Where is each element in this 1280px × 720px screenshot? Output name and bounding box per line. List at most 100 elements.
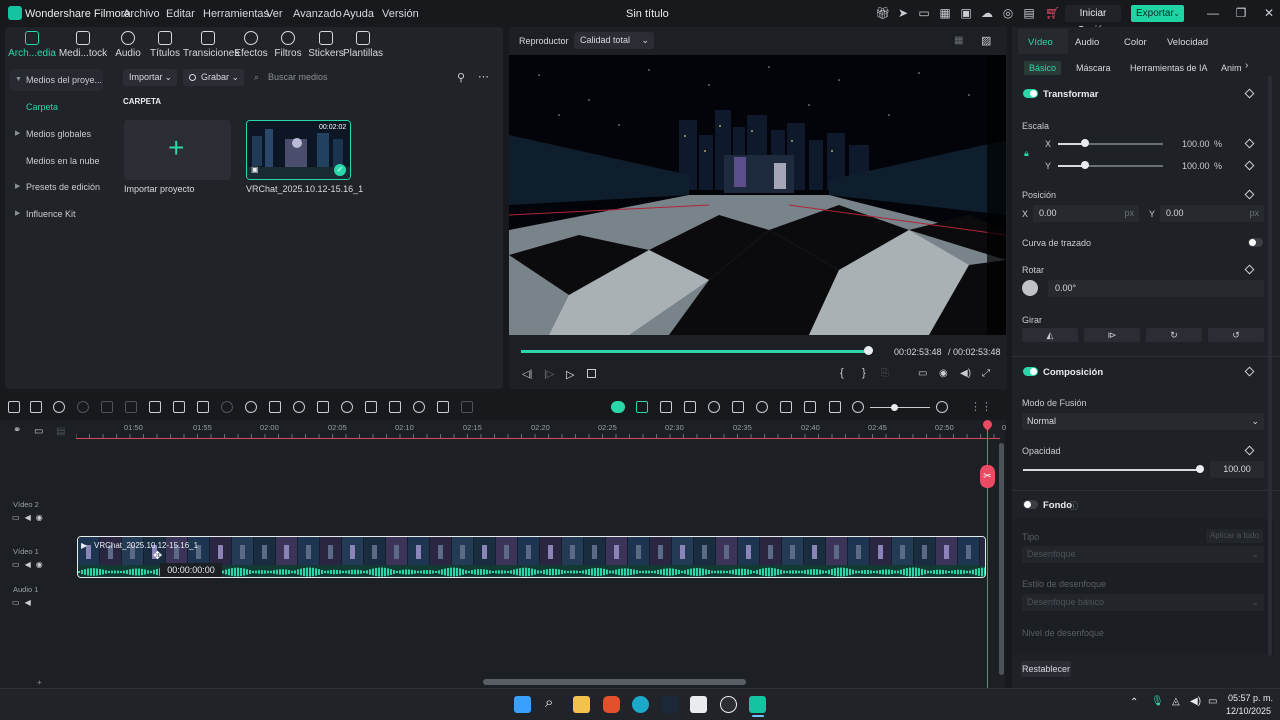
effects-tool-icon[interactable] [413, 401, 425, 413]
timer-icon[interactable] [341, 401, 353, 413]
import-project-card[interactable]: + [124, 120, 231, 180]
menu-editar[interactable]: Editar [166, 8, 195, 20]
lock-ratio-icon[interactable]: 🔒︎ [1024, 148, 1029, 159]
pos-x-input[interactable]: 0.00 px [1033, 205, 1139, 222]
rotate-right-icon[interactable]: ↻ [1146, 328, 1202, 342]
flip-horizontal-icon[interactable]: ◭ [1022, 328, 1078, 342]
snapshot-icon[interactable]: ◉ [939, 368, 948, 379]
speaker-icon[interactable]: ◀ [25, 560, 36, 569]
menu-version[interactable]: Versión [382, 8, 419, 20]
sidebar-item-project-media[interactable]: ▼ Medios del proye... [10, 69, 103, 91]
shield-icon[interactable] [732, 401, 744, 413]
scale-x-knob[interactable] [1081, 139, 1089, 147]
subtab-basic[interactable]: Básico [1024, 61, 1062, 75]
tab-speed[interactable]: Velocidad [1167, 37, 1208, 48]
subtab-animation[interactable]: Anim [1221, 61, 1242, 75]
pip-icon[interactable] [829, 401, 841, 413]
menu-herramientas[interactable]: Herramientas [203, 8, 269, 20]
zoom-out-icon[interactable] [852, 401, 864, 413]
media-clip-thumbnail[interactable]: 00:02:02 ✓ ▣ [246, 120, 351, 180]
menu-ayuda[interactable]: Ayuda [343, 8, 374, 20]
menu-archivo[interactable]: Archivo [123, 8, 160, 20]
scale-y-knob[interactable] [1081, 161, 1089, 169]
flip-vertical-icon[interactable]: ⧐ [1084, 328, 1140, 342]
sidebar-item-cloud-media[interactable]: Medios en la nube [10, 150, 103, 172]
delete-icon[interactable] [101, 401, 113, 413]
scale-y-value[interactable]: 100.00 [1182, 161, 1210, 171]
motion-icon[interactable] [389, 401, 401, 413]
sidebar-item-influence-kit[interactable]: ▶ Influence Kit [10, 203, 103, 225]
playback-progress-bar[interactable] [521, 350, 869, 353]
sidebar-item-edit-presets[interactable]: ▶ Presets de edición [10, 176, 103, 198]
rotate-input[interactable]: 0.00° [1048, 280, 1264, 297]
zoom-slider-knob[interactable] [891, 404, 898, 411]
music-edit-icon[interactable] [780, 401, 792, 413]
save-icon[interactable]: ▣ [959, 7, 973, 20]
opacity-input[interactable]: 100.00 [1210, 461, 1264, 478]
rotate-dial[interactable] [1022, 280, 1038, 296]
notifications-icon[interactable]: ▤ [1022, 7, 1036, 20]
tab-stock-media[interactable]: Medi...tock [58, 31, 108, 59]
track-settings-icon[interactable]: ▤ [56, 426, 65, 437]
adjust-icon[interactable] [317, 401, 329, 413]
search-input[interactable]: ⌕ Buscar medios [248, 69, 448, 86]
video-preview[interactable] [509, 55, 1006, 335]
cloud-icon[interactable]: ☁ [980, 7, 994, 20]
auto-ripple-icon[interactable] [660, 401, 672, 413]
snapshot-image-icon[interactable]: ▨ [981, 34, 991, 47]
zoom-slider[interactable] [870, 407, 930, 408]
stabilize-icon[interactable] [708, 401, 720, 413]
transform-tool-icon[interactable] [197, 401, 209, 413]
grid-view-icon[interactable]: ▦ [954, 35, 963, 46]
keyframe-tool-icon[interactable] [269, 401, 281, 413]
support-icon[interactable]: ◎ [1001, 7, 1015, 20]
blur-type-dropdown[interactable]: Desenfoque ⌄ [1022, 546, 1264, 563]
export-button[interactable]: Exportar ⌄ [1131, 5, 1184, 22]
detach-icon[interactable] [461, 401, 473, 413]
vrchat-icon[interactable] [690, 696, 707, 713]
eye-icon[interactable]: ◉ [36, 513, 48, 522]
redo-icon[interactable] [77, 401, 89, 413]
microphone-icon[interactable] [756, 401, 768, 413]
login-button[interactable]: Iniciar Sesión [1065, 5, 1121, 36]
timeline-vertical-scrollbar[interactable] [999, 443, 1004, 675]
add-track-icon[interactable]: ⚭ [13, 425, 21, 436]
ai-tool-icon[interactable] [293, 401, 305, 413]
gift-icon[interactable]: 🎁︎ [875, 7, 890, 20]
sidebar-item-global-media[interactable]: ▶ Medios globales [10, 123, 103, 145]
play-icon[interactable]: ▷ [566, 368, 574, 381]
tab-project-media[interactable]: Arch...edia [7, 31, 57, 59]
opacity-knob[interactable] [1196, 465, 1204, 473]
layout-icon[interactable]: ▭ [917, 7, 931, 20]
timeline-horizontal-scrollbar[interactable] [483, 679, 746, 685]
battery-icon[interactable]: ▭ [1208, 696, 1217, 707]
apply-all-button[interactable]: Aplicar a todo [1206, 529, 1263, 543]
fullscreen-icon[interactable]: ⤢ [982, 368, 990, 379]
folder-icon[interactable]: ▭ [12, 560, 25, 569]
sidebar-item-folder[interactable]: Carpeta [10, 96, 103, 118]
microphone-icon[interactable]: 🎙︎ [1151, 696, 1164, 707]
eye-icon[interactable]: ◉ [36, 560, 48, 569]
subtitle-icon[interactable] [804, 401, 816, 413]
magnet-snap-icon[interactable] [611, 401, 625, 413]
display-icon[interactable]: ▭ [918, 368, 927, 379]
close-icon[interactable]: ✕ [1262, 7, 1276, 20]
mark-out-icon[interactable]: } [862, 367, 866, 379]
chevron-up-icon[interactable]: ⌃ [1130, 697, 1138, 708]
rotate-left-icon[interactable]: ↺ [1208, 328, 1264, 342]
scale-x-value[interactable]: 100.00 [1182, 139, 1210, 149]
crop-icon[interactable] [149, 401, 161, 413]
clock-date[interactable]: 12/10/2025 [1226, 706, 1271, 716]
cart-icon[interactable]: 🛒︎ [1045, 7, 1060, 20]
composition-toggle[interactable] [1023, 367, 1038, 376]
speaker-icon[interactable]: ◀ [25, 598, 36, 607]
ai-cutout-icon[interactable] [365, 401, 377, 413]
settings-icon[interactable] [720, 696, 737, 713]
zoom-in-icon[interactable] [936, 401, 948, 413]
subtab-ai-tools[interactable]: Herramientas de IA [1130, 61, 1208, 75]
undo-icon[interactable] [53, 401, 65, 413]
link-icon[interactable] [636, 401, 648, 413]
path-curve-toggle[interactable] [1248, 238, 1263, 247]
tab-video[interactable]: Vídeo [1028, 37, 1053, 48]
minimize-icon[interactable]: — [1206, 7, 1220, 20]
